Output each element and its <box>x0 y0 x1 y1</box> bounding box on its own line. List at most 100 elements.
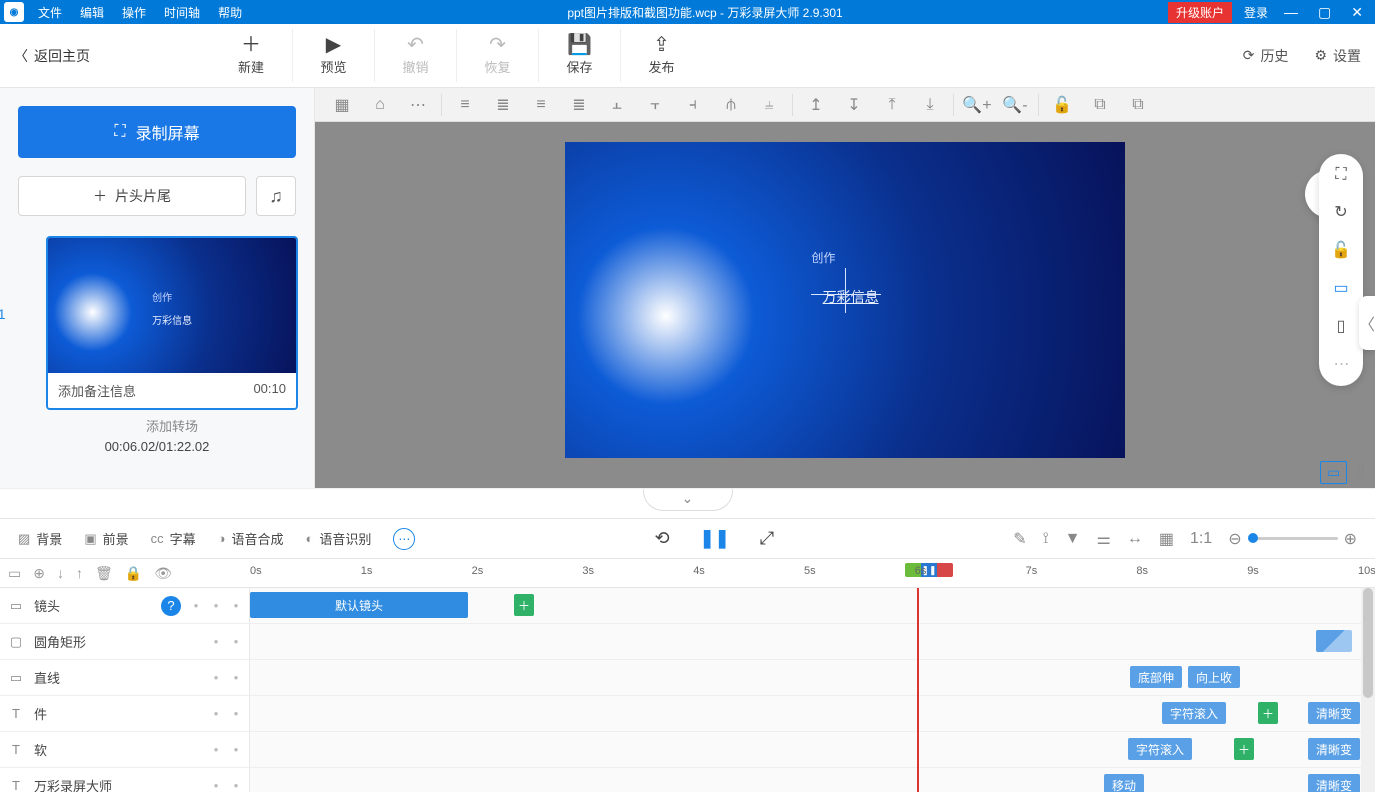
track-dot[interactable]: • <box>211 742 221 757</box>
camera-icon[interactable]: ▭ <box>8 565 21 582</box>
backward-icon[interactable]: ⤓ <box>911 96 949 114</box>
pause-button[interactable]: ❚❚ <box>700 528 730 549</box>
close-button[interactable]: ✕ <box>1347 4 1367 21</box>
track-dot[interactable]: • <box>211 706 221 721</box>
display-portrait-icon[interactable]: ▯ <box>1337 316 1346 336</box>
tab-more-button[interactable]: ⋯ <box>393 528 415 550</box>
display-landscape-icon[interactable]: ▭ <box>1333 278 1348 298</box>
side-panel-toggle[interactable]: 〈 <box>1359 296 1375 350</box>
track-label[interactable]: T软•• <box>0 732 250 767</box>
zoom-plus-icon[interactable]: ⊕ <box>1344 529 1357 549</box>
lock-tracks-icon[interactable]: 🔒 <box>125 565 142 582</box>
music-button[interactable]: ♫ <box>256 176 296 216</box>
timeline-ruler[interactable]: ❚❚ 0s1s2s3s4s5s6s7s8s9s10s <box>250 559 1375 587</box>
visibility-icon[interactable]: 👁 <box>154 565 172 582</box>
preview-canvas[interactable]: 创作 万彩信息 <box>565 142 1125 458</box>
fit-width-icon[interactable]: ↔ <box>1127 530 1143 548</box>
effect-badge[interactable]: 清晰变 <box>1308 774 1360 792</box>
unlock-icon[interactable]: 🔓 <box>1331 240 1351 260</box>
track-label[interactable]: T件•• <box>0 696 250 731</box>
edit-icon[interactable]: ✎ <box>1013 529 1026 549</box>
align-center-icon[interactable]: ≣ <box>484 95 522 115</box>
add-keyframe-button[interactable]: ＋ <box>1258 702 1278 724</box>
upgrade-button[interactable]: 升级账户 <box>1168 2 1232 23</box>
rewind-button[interactable]: ⟲ <box>655 528 670 549</box>
display-mode-landscape[interactable]: ▭ <box>1320 461 1347 484</box>
settings-button[interactable]: ⚙设置 <box>1314 46 1361 66</box>
transition-block[interactable] <box>1316 630 1352 652</box>
maximize-button[interactable]: ▢ <box>1314 4 1335 21</box>
zoom-in-icon[interactable]: 🔍+ <box>958 95 996 115</box>
record-screen-button[interactable]: ⛶ 录制屏幕 <box>18 106 296 158</box>
tab-前景[interactable]: ▣前景 <box>84 529 128 548</box>
align-top-icon[interactable]: ⫠ <box>598 96 636 114</box>
back-button[interactable]: 〈 返回主页 <box>14 46 90 66</box>
toolbar-发布[interactable]: ⇪发布 <box>620 29 702 82</box>
login-button[interactable]: 登录 <box>1244 4 1268 21</box>
effect-badge[interactable]: 向上收 <box>1188 666 1240 688</box>
collapse-handle[interactable]: ⌄ <box>643 489 733 511</box>
toolbar-预览[interactable]: ▶预览 <box>292 29 374 82</box>
add-transition[interactable]: 添加转场 <box>46 410 298 435</box>
menu-file[interactable]: 文件 <box>38 4 62 21</box>
home-icon[interactable]: ⌂ <box>361 96 399 114</box>
layers-icon[interactable]: ▦ <box>323 95 361 115</box>
tab-语音合成[interactable]: ◑语音合成 <box>218 529 284 548</box>
track-dot[interactable]: • <box>211 670 221 685</box>
zoom-minus-icon[interactable]: ⊖ <box>1228 529 1241 549</box>
menu-operate[interactable]: 操作 <box>122 4 146 21</box>
distribute-h-icon[interactable]: ⫛ <box>712 96 750 114</box>
history-button[interactable]: ⟳历史 <box>1243 46 1289 66</box>
align-middle-icon[interactable]: ⫟ <box>636 96 674 114</box>
delete-icon[interactable]: 🗑 <box>95 565 113 582</box>
add-head-tail-button[interactable]: ＋ 片头片尾 <box>18 176 246 216</box>
add-keyframe-button[interactable]: ＋ <box>1234 738 1254 760</box>
effect-badge[interactable]: 字符滚入 <box>1162 702 1226 724</box>
track-label[interactable]: ▭镜头?••• <box>0 588 250 623</box>
track-lane[interactable]: 默认镜头＋ <box>250 588 1375 623</box>
filter-icon[interactable]: ▼ <box>1065 530 1081 548</box>
expand-button[interactable]: ⤢ <box>760 528 774 549</box>
track-dot[interactable]: • <box>231 634 241 649</box>
ratio-icon[interactable]: 1:1 <box>1190 530 1212 548</box>
track-lane[interactable]: 底部伸向上收 <box>250 660 1375 695</box>
minimize-button[interactable]: — <box>1280 4 1302 20</box>
grid-icon[interactable]: ▦ <box>1159 529 1174 549</box>
track-dot[interactable]: • <box>211 634 221 649</box>
zoom-out-icon[interactable]: 🔍- <box>996 95 1034 115</box>
bring-front-icon[interactable]: ↥ <box>797 95 835 115</box>
add-track-icon[interactable]: ⊕ <box>33 565 45 582</box>
help-icon[interactable]: ? <box>161 596 181 616</box>
tab-背景[interactable]: ▨背景 <box>18 529 62 548</box>
send-back-icon[interactable]: ↧ <box>835 95 873 115</box>
effect-badge[interactable]: 移动 <box>1104 774 1144 792</box>
arrow-down-icon[interactable]: ↓ <box>57 565 64 581</box>
clip-block[interactable]: 默认镜头 <box>250 592 468 618</box>
track-dot[interactable]: • <box>231 742 241 757</box>
track-lane[interactable] <box>250 624 1375 659</box>
settings-sliders-icon[interactable]: ⚌ <box>1096 529 1110 549</box>
forward-icon[interactable]: ⤒ <box>873 96 911 114</box>
duplicate-icon[interactable]: ⧉ <box>1119 96 1157 114</box>
track-lane[interactable]: 移动 清晰变 <box>250 768 1375 792</box>
lock-icon[interactable]: 🔓 <box>1043 95 1081 115</box>
menu-help[interactable]: 帮助 <box>218 4 242 21</box>
distribute-v-icon[interactable]: ⫨ <box>750 96 788 114</box>
tracks-scrollbar[interactable] <box>1361 588 1375 792</box>
align-bottom-icon[interactable]: ⫞ <box>674 96 712 114</box>
track-lane[interactable]: 字符滚入＋清晰变 <box>250 732 1375 767</box>
effect-badge[interactable]: 清晰变 <box>1308 702 1360 724</box>
effect-badge[interactable]: 清晰变 <box>1308 738 1360 760</box>
playhead-handle[interactable]: ❚❚ <box>905 563 953 577</box>
track-label[interactable]: T万彩录屏大师•• <box>0 768 250 792</box>
track-lane[interactable]: 字符滚入 ＋ 清晰变 <box>250 696 1375 731</box>
slide-card[interactable]: 创作 万彩信息 添加备注信息 00:10 <box>46 236 298 410</box>
track-dot[interactable]: • <box>211 598 221 613</box>
track-dot[interactable]: • <box>231 706 241 721</box>
track-dot[interactable]: • <box>231 778 241 792</box>
marker-icon[interactable]: ⟟ <box>1043 530 1049 548</box>
track-dot[interactable]: • <box>191 598 201 613</box>
track-label[interactable]: ▢圆角矩形•• <box>0 624 250 659</box>
track-dot[interactable]: • <box>231 670 241 685</box>
align-right-icon[interactable]: ≡ <box>522 96 560 114</box>
